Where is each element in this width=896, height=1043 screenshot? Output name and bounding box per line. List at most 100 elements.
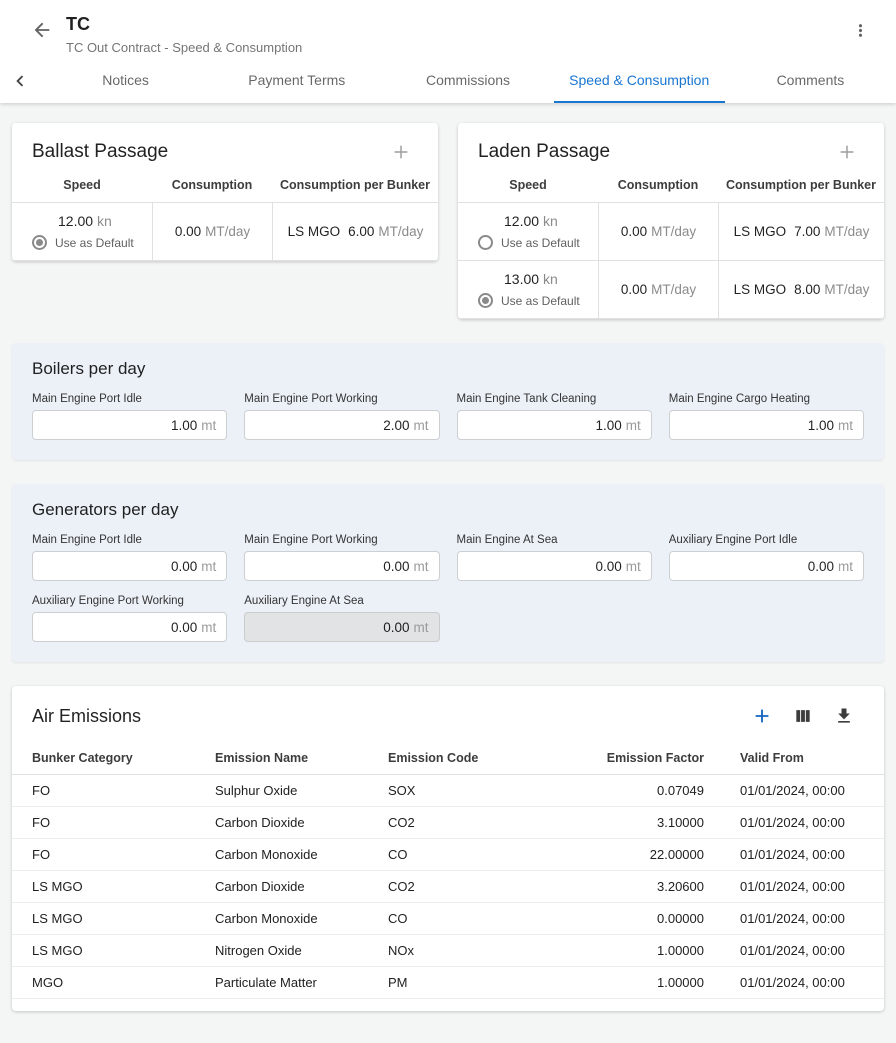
- field-main-engine-at-sea: Main Engine At Sea 0.00 mt: [457, 534, 652, 581]
- use-as-default-label: Use as Default: [55, 236, 134, 250]
- table-row[interactable]: FO Sulphur Oxide SOX 0.07049 01/01/2024,…: [12, 775, 884, 807]
- add-emission-button[interactable]: [750, 704, 774, 728]
- speed-cell[interactable]: 13.00 kn Use as Default: [458, 261, 598, 318]
- emission-code-cell[interactable]: NOx: [388, 935, 560, 966]
- table-row[interactable]: FO Carbon Dioxide CO2 3.10000 01/01/2024…: [12, 807, 884, 839]
- tab-label: Payment Terms: [248, 72, 345, 88]
- radio-icon[interactable]: [478, 235, 493, 250]
- columns-icon: [793, 706, 813, 726]
- emission-factor-cell[interactable]: 1.00000: [560, 935, 740, 966]
- bunker-category-cell[interactable]: LS MGO: [32, 871, 215, 902]
- emission-name-cell[interactable]: Nitrogen Oxide: [215, 935, 388, 966]
- use-as-default-option[interactable]: Use as Default: [32, 235, 134, 250]
- emission-factor-cell[interactable]: 3.10000: [560, 807, 740, 838]
- table-row[interactable]: LS MGO Nitrogen Oxide NOx 1.00000 01/01/…: [12, 935, 884, 967]
- tabs-scroll-left-button[interactable]: [0, 59, 40, 103]
- tab-speed-consumption[interactable]: Speed & Consumption: [554, 59, 725, 103]
- emission-name-cell[interactable]: Sulphur Oxide: [215, 775, 388, 806]
- bunker-category-cell[interactable]: LS MGO: [32, 903, 215, 934]
- consumption-per-bunker-cell[interactable]: LS MGO 8.00 MT/day: [718, 261, 884, 318]
- column-header: Emission Name: [215, 742, 388, 774]
- consumption-cell[interactable]: 0.00 MT/day: [598, 203, 718, 260]
- field-input[interactable]: 0.00 mt: [457, 551, 652, 581]
- section-title: Generators per day: [32, 500, 864, 520]
- back-button[interactable]: [26, 14, 58, 46]
- valid-from-cell[interactable]: 01/01/2024, 00:00: [740, 935, 884, 966]
- main-content: Ballast Passage SpeedConsumptionConsumpt…: [0, 103, 896, 1025]
- field-input[interactable]: 0.00 mt: [244, 551, 439, 581]
- emission-name-cell[interactable]: Carbon Monoxide: [215, 839, 388, 870]
- tab-commissions[interactable]: Commissions: [382, 59, 553, 103]
- passage-column-headers: SpeedConsumptionConsumption per Bunker: [458, 163, 884, 202]
- speed-cell[interactable]: 12.00 kn Use as Default: [458, 203, 598, 260]
- kebab-menu-button[interactable]: [844, 14, 876, 46]
- speed-unit: kn: [543, 271, 558, 287]
- consumption-cell[interactable]: 0.00 MT/day: [152, 203, 272, 260]
- valid-from-cell[interactable]: 01/01/2024, 00:00: [740, 839, 884, 870]
- emission-code-cell[interactable]: CO: [388, 839, 560, 870]
- add-laden-speed-button[interactable]: [836, 141, 858, 163]
- table-row[interactable]: LS MGO Carbon Dioxide CO2 3.20600 01/01/…: [12, 871, 884, 903]
- emission-code-cell[interactable]: PM: [388, 967, 560, 998]
- valid-from-cell[interactable]: 01/01/2024, 00:00: [740, 967, 884, 998]
- field-unit: mt: [838, 559, 853, 574]
- valid-from-cell[interactable]: 01/01/2024, 00:00: [740, 775, 884, 806]
- radio-icon[interactable]: [32, 235, 47, 250]
- field-main-engine-port-idle: Main Engine Port Idle 0.00 mt: [32, 534, 227, 581]
- field-value: 1.00: [595, 418, 621, 433]
- download-button[interactable]: [832, 704, 856, 728]
- bunker-category-cell[interactable]: FO: [32, 775, 215, 806]
- emissions-actions: [750, 704, 856, 728]
- tab-label: Notices: [102, 72, 149, 88]
- emission-name-cell[interactable]: Particulate Matter: [215, 967, 388, 998]
- emission-name-cell[interactable]: Carbon Dioxide: [215, 807, 388, 838]
- speed-cell[interactable]: 12.00 kn Use as Default: [12, 203, 152, 260]
- tab-comments[interactable]: Comments: [725, 59, 896, 103]
- emission-code-cell[interactable]: CO2: [388, 807, 560, 838]
- add-ballast-speed-button[interactable]: [390, 141, 412, 163]
- bunker-name: LS MGO: [734, 282, 787, 297]
- field-input[interactable]: 0.00 mt: [669, 551, 864, 581]
- card-header: Ballast Passage: [12, 123, 438, 163]
- emission-name-cell[interactable]: Carbon Dioxide: [215, 871, 388, 902]
- emission-code-cell[interactable]: CO2: [388, 871, 560, 902]
- field-value: 0.00: [383, 620, 409, 635]
- table-row[interactable]: LS MGO Carbon Monoxide CO 0.00000 01/01/…: [12, 903, 884, 935]
- bunker-category-cell[interactable]: MGO: [32, 967, 215, 998]
- consumption-per-bunker-cell[interactable]: LS MGO 6.00 MT/day: [272, 203, 438, 260]
- passage-row: 12.00 kn Use as Default 0.00 MT/day LS M…: [12, 202, 438, 261]
- emission-name-cell[interactable]: Carbon Monoxide: [215, 903, 388, 934]
- field-input[interactable]: 1.00 mt: [457, 410, 652, 440]
- tab-notices[interactable]: Notices: [40, 59, 211, 103]
- add-icon: [751, 705, 773, 727]
- emissions-rows: FO Sulphur Oxide SOX 0.07049 01/01/2024,…: [12, 775, 884, 999]
- field-input[interactable]: 0.00 mt: [32, 612, 227, 642]
- radio-icon[interactable]: [478, 293, 493, 308]
- column-settings-button[interactable]: [791, 704, 815, 728]
- consumption-cell[interactable]: 0.00 MT/day: [598, 261, 718, 318]
- valid-from-cell[interactable]: 01/01/2024, 00:00: [740, 807, 884, 838]
- bunker-category-cell[interactable]: FO: [32, 839, 215, 870]
- field-input[interactable]: 2.00 mt: [244, 410, 439, 440]
- emission-code-cell[interactable]: SOX: [388, 775, 560, 806]
- emission-code-cell[interactable]: CO: [388, 903, 560, 934]
- field-input[interactable]: 0.00 mt: [32, 551, 227, 581]
- tab-payment-terms[interactable]: Payment Terms: [211, 59, 382, 103]
- use-as-default-option[interactable]: Use as Default: [478, 293, 580, 308]
- field-input[interactable]: 1.00 mt: [32, 410, 227, 440]
- bunker-category-cell[interactable]: FO: [32, 807, 215, 838]
- emission-factor-cell[interactable]: 22.00000: [560, 839, 740, 870]
- bunker-category-cell[interactable]: LS MGO: [32, 935, 215, 966]
- consumption-per-bunker-cell[interactable]: LS MGO 7.00 MT/day: [718, 203, 884, 260]
- emission-factor-cell[interactable]: 0.07049: [560, 775, 740, 806]
- emission-factor-cell[interactable]: 1.00000: [560, 967, 740, 998]
- emission-factor-cell[interactable]: 0.00000: [560, 903, 740, 934]
- valid-from-cell[interactable]: 01/01/2024, 00:00: [740, 871, 884, 902]
- use-as-default-option[interactable]: Use as Default: [478, 235, 580, 250]
- valid-from-cell[interactable]: 01/01/2024, 00:00: [740, 903, 884, 934]
- emission-factor-cell[interactable]: 3.20600: [560, 871, 740, 902]
- card-header: Laden Passage: [458, 123, 884, 163]
- field-input[interactable]: 1.00 mt: [669, 410, 864, 440]
- table-row[interactable]: MGO Particulate Matter PM 1.00000 01/01/…: [12, 967, 884, 999]
- table-row[interactable]: FO Carbon Monoxide CO 22.00000 01/01/202…: [12, 839, 884, 871]
